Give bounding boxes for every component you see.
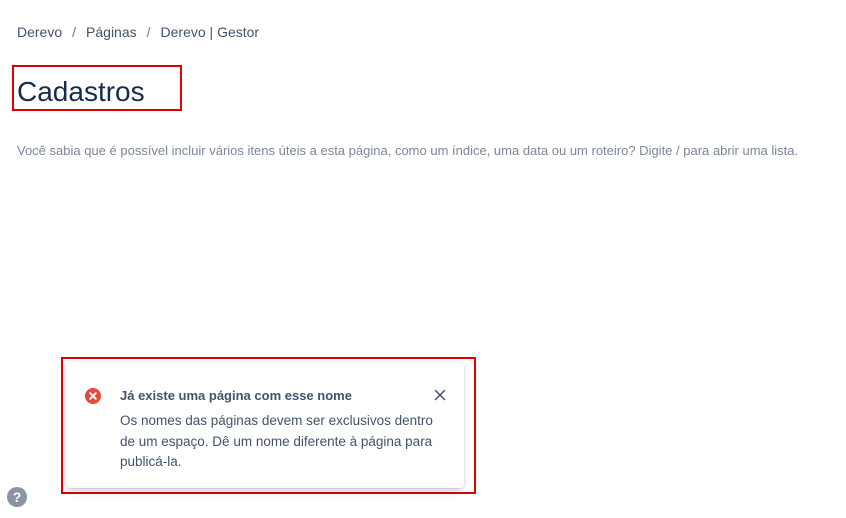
breadcrumb-item-parent[interactable]: Derevo | Gestor xyxy=(161,24,260,40)
breadcrumb-separator: / xyxy=(146,24,151,40)
breadcrumb-item-space[interactable]: Derevo xyxy=(17,24,62,40)
error-icon xyxy=(85,388,101,404)
flag-description: Os nomes das páginas devem ser exclusivo… xyxy=(120,413,433,469)
help-icon[interactable]: ? xyxy=(7,487,27,507)
breadcrumb-item-pages[interactable]: Páginas xyxy=(86,24,137,40)
close-icon[interactable] xyxy=(433,388,447,402)
page: Derevo / Páginas / Derevo | Gestor Cadas… xyxy=(0,0,846,518)
breadcrumb-separator: / xyxy=(72,24,77,40)
error-flag: Já existe uma página com esse nome Os no… xyxy=(66,362,464,488)
breadcrumb: Derevo / Páginas / Derevo | Gestor xyxy=(17,24,259,40)
editor-placeholder[interactable]: Você sabia que é possível incluir vários… xyxy=(17,143,798,158)
page-title[interactable]: Cadastros xyxy=(17,74,145,110)
flag-title: Já existe uma página com esse nome xyxy=(120,388,352,403)
